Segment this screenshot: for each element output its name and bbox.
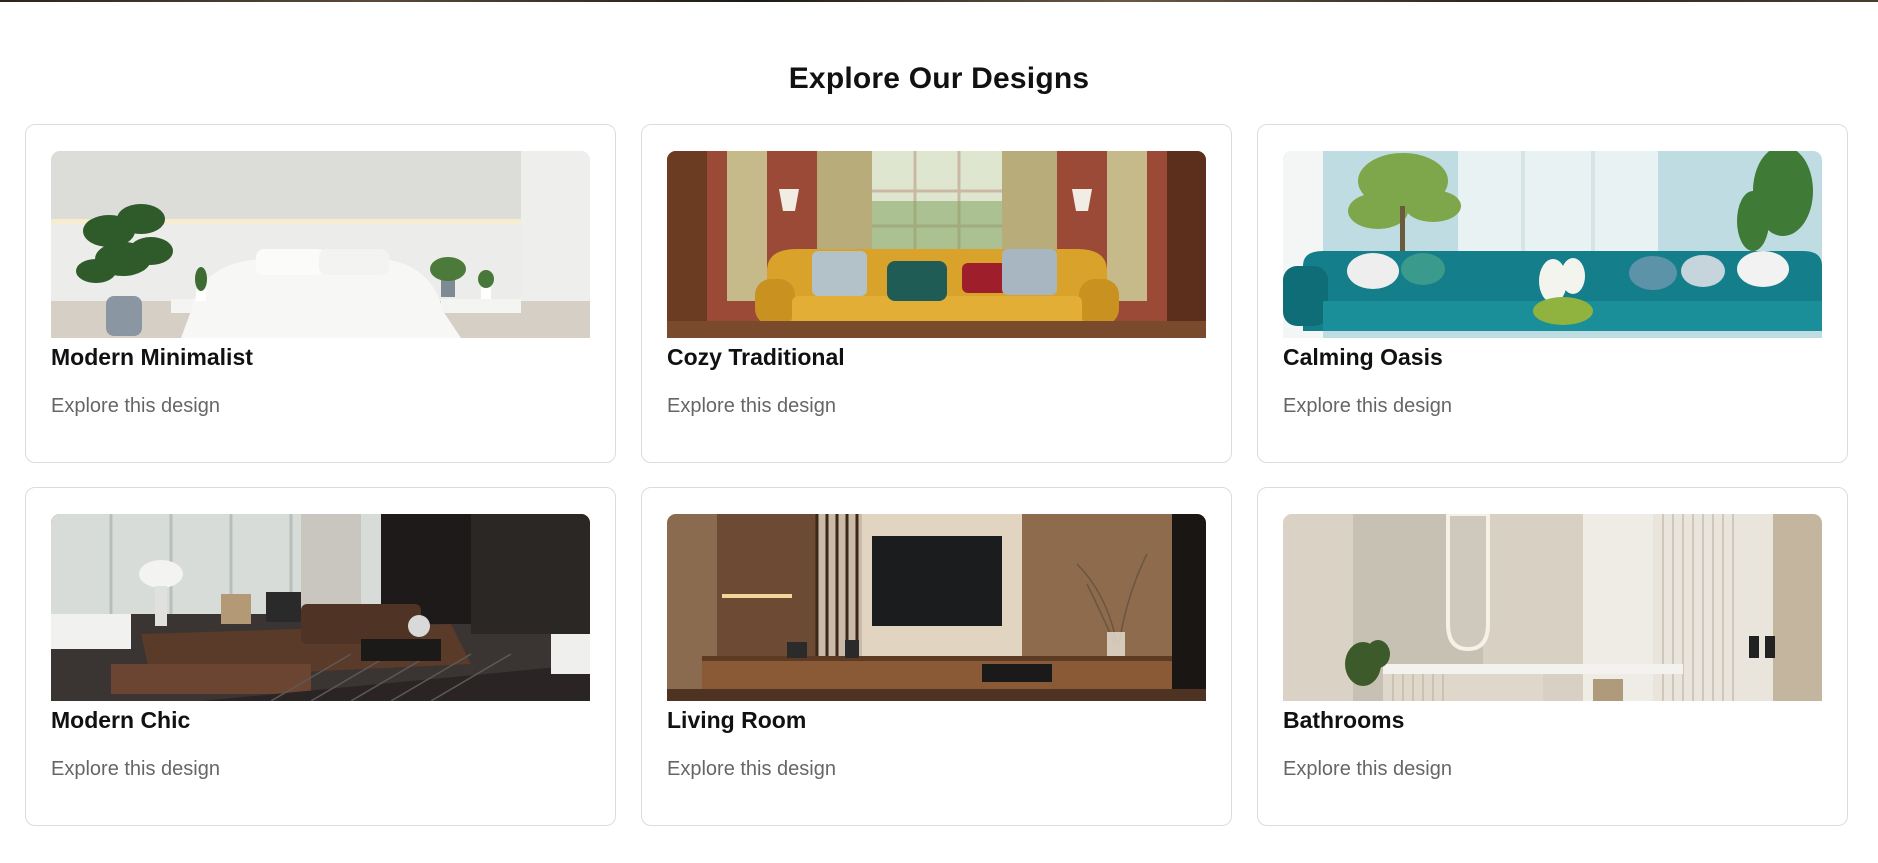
card-image-traditional-living-room[interactable] bbox=[667, 151, 1206, 338]
card-image-bathroom[interactable] bbox=[1283, 514, 1822, 701]
card-title: Modern Minimalist bbox=[51, 344, 253, 370]
design-card-calming-oasis[interactable]: Calming Oasis Explore this design bbox=[1257, 124, 1848, 463]
card-title: Bathrooms bbox=[1283, 707, 1405, 733]
explore-design-link[interactable]: Explore this design bbox=[51, 394, 590, 418]
card-title: Living Room bbox=[667, 707, 807, 733]
design-card-cozy-traditional[interactable]: Cozy Traditional Explore this design bbox=[641, 124, 1232, 463]
explore-design-link[interactable]: Explore this design bbox=[1283, 757, 1822, 781]
section-title: Explore Our Designs bbox=[788, 62, 1090, 95]
designs-grid: Modern Minimalist Explore this design Co… bbox=[25, 124, 1848, 826]
card-title: Modern Chic bbox=[51, 707, 191, 733]
card-image-bedroom[interactable] bbox=[51, 151, 590, 338]
design-card-bathrooms[interactable]: Bathrooms Explore this design bbox=[1257, 487, 1848, 826]
explore-design-link[interactable]: Explore this design bbox=[667, 394, 1206, 418]
design-card-modern-chic[interactable]: Modern Chic Explore this design bbox=[25, 487, 616, 826]
explore-design-link[interactable]: Explore this design bbox=[1283, 394, 1822, 418]
design-card-modern-minimalist[interactable]: Modern Minimalist Explore this design bbox=[25, 124, 616, 463]
explore-design-link[interactable]: Explore this design bbox=[667, 757, 1206, 781]
hero-image-bottom-edge bbox=[0, 0, 1878, 2]
card-title: Calming Oasis bbox=[1283, 344, 1443, 370]
card-image-tv-wall[interactable] bbox=[667, 514, 1206, 701]
card-image-leather-sectional[interactable] bbox=[51, 514, 590, 701]
card-image-teal-sofa-room[interactable] bbox=[1283, 151, 1822, 338]
explore-design-link[interactable]: Explore this design bbox=[51, 757, 590, 781]
card-title: Cozy Traditional bbox=[667, 344, 845, 370]
design-card-living-room[interactable]: Living Room Explore this design bbox=[641, 487, 1232, 826]
